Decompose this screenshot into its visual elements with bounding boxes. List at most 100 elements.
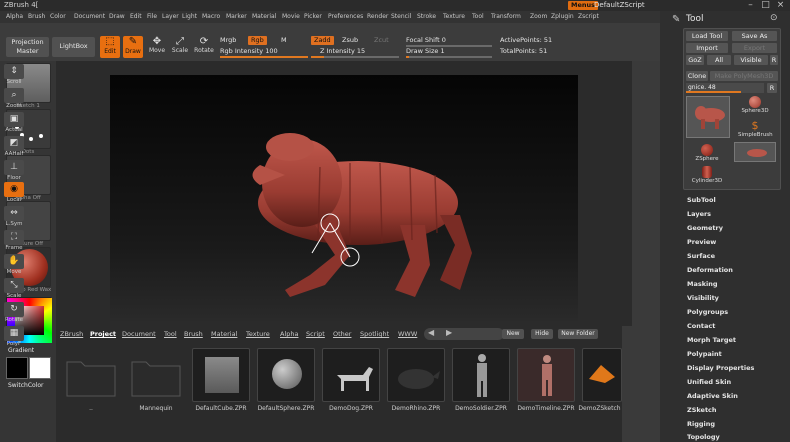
lightbox-item-demorhino[interactable] xyxy=(387,348,445,402)
polyf-button[interactable]: ▦ PolyF xyxy=(4,326,24,348)
tool-size-slider[interactable]: gnice. 48 xyxy=(686,83,764,93)
move-button[interactable]: ✥ Move xyxy=(147,36,167,54)
lightbox-item-parent[interactable] xyxy=(62,348,120,402)
menu-zsketch[interactable]: ZSketch xyxy=(687,406,717,414)
scroll-right-icon[interactable]: ▶ xyxy=(446,328,452,337)
menu-marker[interactable]: Marker xyxy=(226,13,247,20)
menu-document[interactable]: Document xyxy=(74,13,105,20)
tool-frog-slot[interactable] xyxy=(734,142,776,162)
lightbox-new-folder-button[interactable]: New Folder xyxy=(558,329,598,339)
default-zscript-label[interactable]: DefaultZScript xyxy=(594,1,645,9)
menu-material[interactable]: Material xyxy=(252,13,276,20)
menu-tool[interactable]: Tool xyxy=(472,13,484,20)
goz-button[interactable]: GoZ xyxy=(686,55,704,65)
menu-adaptive-skin[interactable]: Adaptive Skin xyxy=(687,392,738,400)
menu-topology[interactable]: Topology xyxy=(687,433,720,441)
menu-preview[interactable]: Preview xyxy=(687,238,716,246)
scale-view-button[interactable]: ⤡ Scale xyxy=(4,278,24,300)
load-tool-button[interactable]: Load Tool xyxy=(686,31,728,41)
z-intensity-slider[interactable] xyxy=(311,56,399,58)
menu-subtool[interactable]: SubTool xyxy=(687,196,716,204)
menu-color[interactable]: Color xyxy=(50,13,66,20)
aahalf-button[interactable]: ◩ AAHalf xyxy=(4,136,24,158)
tool-r-button[interactable]: R xyxy=(767,83,777,93)
scroll-left-icon[interactable]: ◀ xyxy=(428,328,434,337)
lightbox-tab-zbrush[interactable]: ZBrush xyxy=(60,330,83,338)
lightbox-button[interactable]: LightBox xyxy=(52,37,95,57)
lightbox-item-demodog[interactable] xyxy=(322,348,380,402)
menu-file[interactable]: File xyxy=(147,13,157,20)
menu-polygroups[interactable]: Polygroups xyxy=(687,308,728,316)
make-polymesh-button[interactable]: Make PolyMesh3D xyxy=(710,71,778,81)
lightbox-tab-other[interactable]: Other xyxy=(333,330,351,338)
menu-preferences[interactable]: Preferences xyxy=(328,13,363,20)
minimize-icon[interactable]: – xyxy=(745,0,756,11)
lightbox-tab-www[interactable]: WWW xyxy=(398,330,417,338)
mrgb-toggle[interactable]: Mrgb xyxy=(220,36,236,44)
lightbox-item-defaultcube[interactable] xyxy=(192,348,250,402)
goz-all-button[interactable]: All xyxy=(707,55,731,65)
menu-movie[interactable]: Movie xyxy=(282,13,300,20)
clone-button[interactable]: Clone xyxy=(686,71,708,81)
rotate-button[interactable]: ⟳ Rotate xyxy=(193,36,215,54)
close-icon[interactable]: × xyxy=(775,0,786,11)
local-button[interactable]: ◉ Local xyxy=(4,182,24,204)
menu-macro[interactable]: Macro xyxy=(202,13,220,20)
rotate-view-button[interactable]: ↻ Rotate xyxy=(4,302,24,324)
lightbox-tab-texture[interactable]: Texture xyxy=(246,330,270,338)
menu-alpha[interactable]: Alpha xyxy=(6,13,23,20)
import-button[interactable]: Import xyxy=(686,43,728,53)
zadd-toggle[interactable]: Zadd xyxy=(311,36,334,45)
menu-rigging[interactable]: Rigging xyxy=(687,420,715,428)
projection-master-button[interactable]: Projection Master xyxy=(6,37,49,57)
lightbox-tab-brush[interactable]: Brush xyxy=(184,330,203,338)
maximize-icon[interactable]: □ xyxy=(760,0,771,11)
current-tool-thumbnail[interactable] xyxy=(686,96,730,138)
menu-render[interactable]: Render xyxy=(367,13,388,20)
lightbox-tab-document[interactable]: Document xyxy=(122,330,156,338)
move-view-button[interactable]: ✋ Move xyxy=(4,254,24,276)
edit-button[interactable]: ⬚ Edit xyxy=(100,36,120,58)
lsym-button[interactable]: ⇔ L.Sym xyxy=(4,206,24,228)
menu-surface[interactable]: Surface xyxy=(687,252,715,260)
secondary-color-swatch[interactable] xyxy=(29,357,51,379)
switch-color-button[interactable]: SwitchColor xyxy=(8,382,44,389)
menu-transform[interactable]: Transform xyxy=(491,13,521,20)
menu-texture[interactable]: Texture xyxy=(443,13,465,20)
actual-button[interactable]: ▣ Actual xyxy=(4,112,24,134)
menu-display-properties[interactable]: Display Properties xyxy=(687,364,754,372)
menu-draw[interactable]: Draw xyxy=(109,13,125,20)
tool-cylinder3d[interactable]: Cylinder3D xyxy=(690,166,724,184)
goz-r-button[interactable]: R xyxy=(770,55,778,65)
lightbox-tab-spotlight[interactable]: Spotlight xyxy=(360,330,389,338)
lightbox-tab-material[interactable]: Material xyxy=(211,330,237,338)
lightbox-tab-script[interactable]: Script xyxy=(306,330,325,338)
tool-zsphere[interactable]: ZSphere xyxy=(690,144,724,162)
rgb-toggle[interactable]: Rgb xyxy=(248,36,267,45)
lightbox-item-demotimeline[interactable] xyxy=(517,348,575,402)
lightbox-tab-alpha[interactable]: Alpha xyxy=(280,330,298,338)
main-color-swatch[interactable] xyxy=(6,357,28,379)
menu-contact[interactable]: Contact xyxy=(687,322,715,330)
menu-layer[interactable]: Layer xyxy=(162,13,179,20)
scale-button[interactable]: ⤢ Scale xyxy=(170,36,190,54)
menu-polypaint[interactable]: Polypaint xyxy=(687,350,722,358)
menu-edit[interactable]: Edit xyxy=(130,13,142,20)
menu-picker[interactable]: Picker xyxy=(304,13,322,20)
menu-visibility[interactable]: Visibility xyxy=(687,294,719,302)
m-toggle[interactable]: M xyxy=(281,36,287,44)
tool-palette-icon[interactable]: ✎ xyxy=(672,14,680,25)
menu-unified-skin[interactable]: Unified Skin xyxy=(687,378,731,386)
menu-layers[interactable]: Layers xyxy=(687,210,711,218)
scroll-button[interactable]: ⇕ Scroll xyxy=(4,64,24,86)
frame-button[interactable]: ⛶ Frame xyxy=(4,230,24,252)
menu-masking[interactable]: Masking xyxy=(687,280,718,288)
menu-light[interactable]: Light xyxy=(182,13,197,20)
zcut-toggle[interactable]: Zcut xyxy=(374,36,389,44)
floor-button[interactable]: ⊥ Floor xyxy=(4,160,24,182)
lightbox-item-defaultsphere[interactable] xyxy=(257,348,315,402)
goz-visible-button[interactable]: Visible xyxy=(734,55,768,65)
menu-geometry[interactable]: Geometry xyxy=(687,224,723,232)
lightbox-scrollbar[interactable]: ◀ ▶ xyxy=(424,328,504,340)
save-as-button[interactable]: Save As xyxy=(732,31,777,41)
